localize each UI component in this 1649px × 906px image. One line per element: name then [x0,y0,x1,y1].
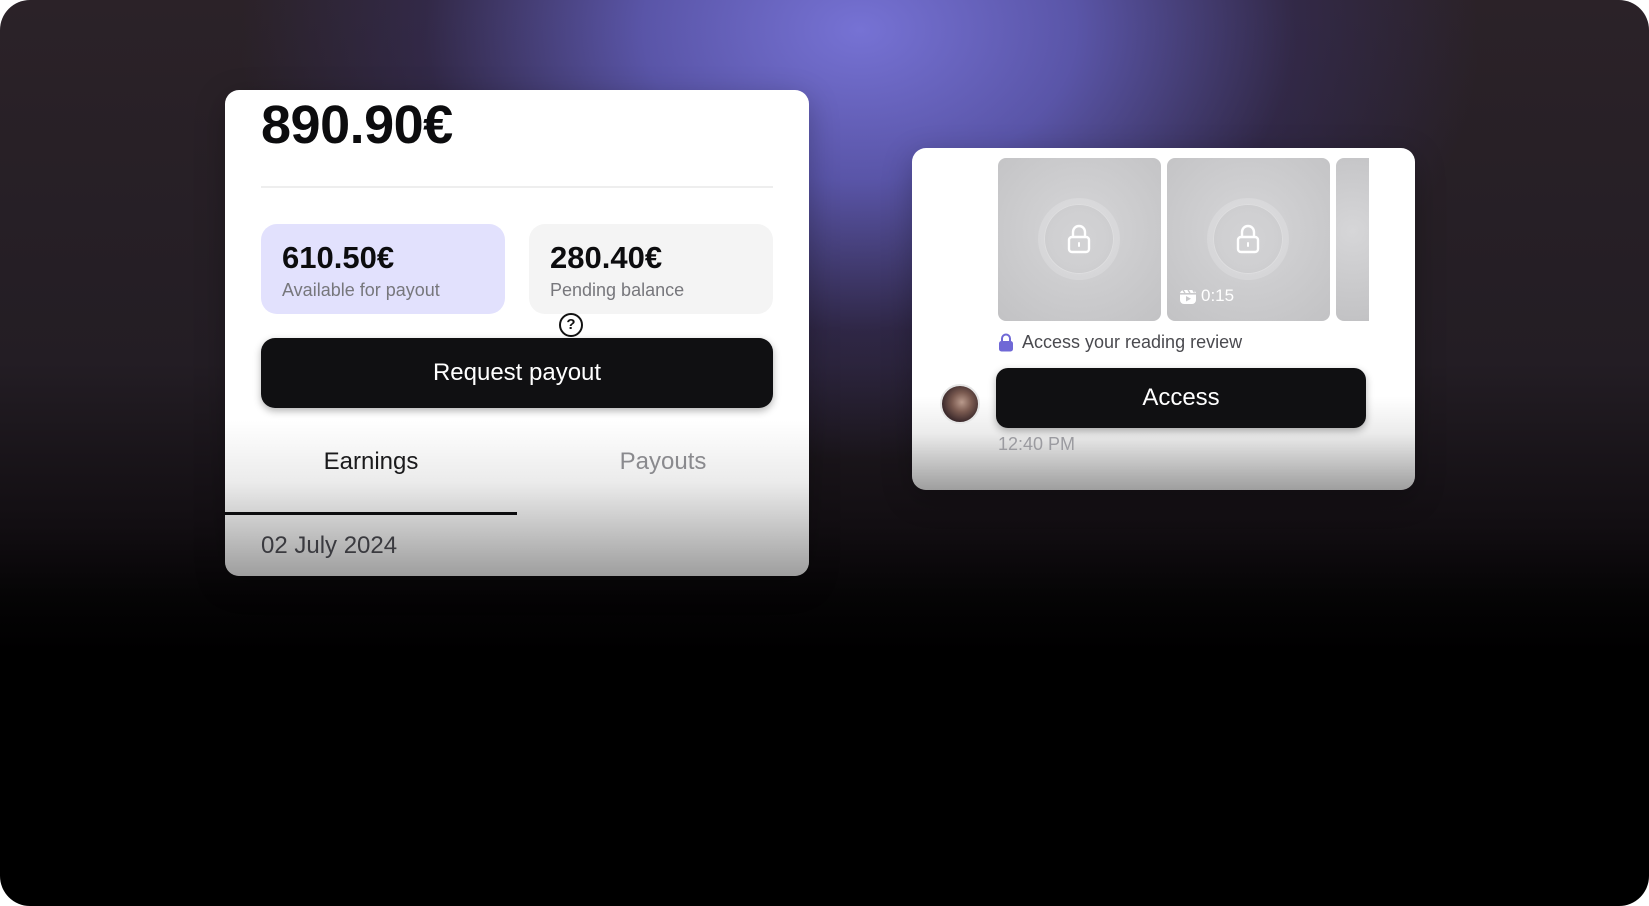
locked-content-caption: Access your reading review [998,332,1242,353]
locked-media-thumbnail[interactable] [998,158,1161,321]
background-stage: 890.90€ 610.50€ Available for payout 280… [0,0,1649,906]
duration-text: 0:15 [1201,286,1235,305]
locked-content-text: Access your reading review [1022,332,1243,352]
tab-earnings[interactable]: Earnings [225,448,517,476]
lock-icon [1067,224,1091,254]
chat-message-card: 0:15 Access your reading review Access 1… [912,148,1415,490]
tab-payouts[interactable]: Payouts [517,448,809,476]
pending-amount: 280.40€ [550,240,663,275]
request-payout-button[interactable]: Request payout [261,338,773,408]
earnings-card: 890.90€ 610.50€ Available for payout 280… [225,90,809,576]
help-icon[interactable]: ? [559,313,583,337]
lock-icon [999,333,1013,352]
total-balance: 890.90€ [261,95,453,155]
lock-badge [1213,204,1283,274]
pending-balance-tile: 280.40€ Pending balance [529,224,773,314]
avatar[interactable] [940,384,980,424]
available-balance-tile: 610.50€ Available for payout [261,224,505,314]
video-duration: 0:15 [1179,286,1234,306]
access-button[interactable]: Access [996,368,1366,428]
lock-badge [1044,204,1114,274]
lock-icon [1236,224,1260,254]
available-amount: 610.50€ [282,240,395,275]
pending-label: Pending balance [550,280,685,300]
active-tab-indicator [225,512,517,515]
locked-video-thumbnail[interactable]: 0:15 [1167,158,1330,321]
partial-thumbnail[interactable] [1336,158,1369,321]
message-timestamp: 12:40 PM [998,434,1076,454]
available-label: Available for payout [282,280,440,300]
video-camera-icon [1180,289,1196,304]
divider [261,186,773,188]
date-header: 02 July 2024 [261,532,398,559]
